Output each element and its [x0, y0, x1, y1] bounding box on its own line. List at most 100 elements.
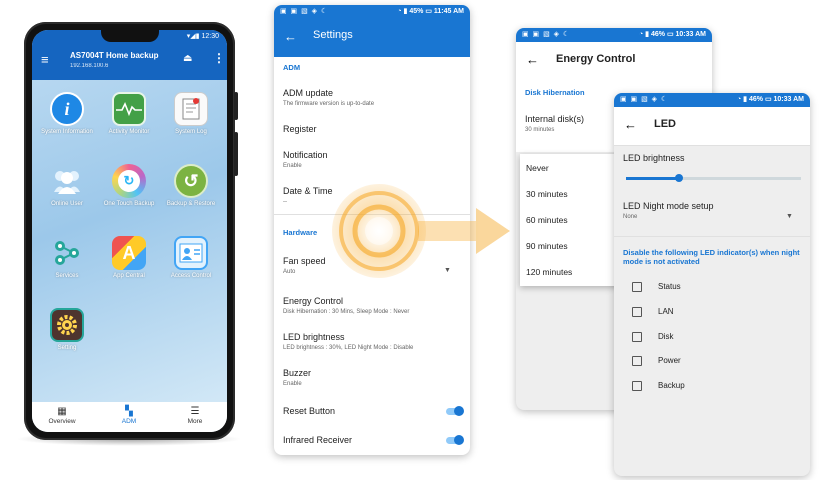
battery-level: 45%: [409, 8, 424, 15]
wifi-icon: ◔ ▮: [638, 31, 651, 38]
volume-button: [234, 92, 238, 120]
app-label: App Central: [113, 273, 145, 279]
night-mode-setup-item[interactable]: LED Night mode setup: [623, 201, 714, 211]
app-central-icon: A: [112, 236, 146, 270]
checkbox[interactable]: [632, 381, 642, 391]
back-arrow-icon[interactable]: ←: [284, 29, 297, 44]
more-icon: ☰: [190, 406, 200, 417]
led-brightness-slider[interactable]: [626, 174, 801, 182]
led-brightness-item[interactable]: LED brightness: [283, 332, 345, 342]
app-label: Services: [55, 273, 79, 279]
nav-label: More: [187, 418, 203, 425]
option-60-minutes[interactable]: 60 minutes: [526, 215, 568, 225]
reset-button-item: Reset Button: [283, 406, 336, 416]
checkbox[interactable]: [632, 307, 642, 317]
back-arrow-icon[interactable]: ←: [624, 117, 637, 132]
app-label: Online User: [51, 201, 83, 207]
app-label: Access Control: [170, 273, 212, 279]
phone-notch: [101, 30, 159, 42]
indicator-label: Disk: [658, 332, 674, 341]
app-setting[interactable]: Setting: [37, 308, 97, 352]
battery-icon: ▭: [425, 8, 432, 15]
internal-disks-value: 30 minutes: [525, 127, 555, 133]
led-brightness-summary: LED brightness : 30%, LED Night Mode : D…: [283, 345, 414, 351]
checkbox[interactable]: [632, 356, 642, 366]
status-icons: ▣ ▣ ▧ ◈ ☾: [522, 31, 571, 38]
phone-screen: ▾◢▮ 12:30 ≡ AS7004T Home backup 192.168.…: [32, 30, 227, 432]
option-never[interactable]: Never: [526, 163, 549, 173]
app-label: Activity Monitor: [108, 129, 150, 135]
indicator-label: Power: [658, 356, 681, 365]
status-time: 10:33 AM: [675, 31, 706, 38]
back-arrow-icon[interactable]: ←: [526, 52, 539, 67]
page-title: Settings: [313, 29, 353, 41]
energy-control-item[interactable]: Energy Control: [283, 296, 343, 306]
nav-overview[interactable]: ▦ Overview: [32, 406, 92, 425]
divider: [614, 145, 810, 146]
eject-icon[interactable]: ⏏: [183, 53, 192, 64]
nas-title: AS7004T Home backup: [70, 51, 159, 60]
online-user-icon: [50, 164, 84, 198]
battery-level: 46%: [748, 96, 763, 103]
tap-highlight-arrow: [332, 184, 510, 278]
overflow-menu-icon[interactable]: ⋮: [213, 51, 225, 65]
app-label: System Log: [175, 129, 207, 135]
buzzer-item[interactable]: Buzzer: [283, 368, 311, 378]
hamburger-menu-icon[interactable]: ≡: [41, 52, 49, 67]
app-label: Setting: [57, 345, 77, 351]
infrared-receiver-toggle[interactable]: [446, 435, 464, 445]
app-one-touch-backup[interactable]: ↻ One Touch Backup: [99, 164, 159, 208]
app-backup-restore[interactable]: ↺ Backup & Restore: [161, 164, 221, 208]
nas-ip: 192.168.100.6: [70, 63, 109, 69]
app-label: System Information: [41, 129, 93, 135]
dropdown-arrow-icon[interactable]: ▼: [786, 213, 793, 220]
indicator-label: LAN: [658, 307, 674, 316]
nav-adm[interactable]: ▚ ADM: [99, 406, 159, 425]
app-online-user[interactable]: Online User: [37, 164, 97, 208]
option-30-minutes[interactable]: 30 minutes: [526, 189, 568, 199]
fan-speed-item[interactable]: Fan speed: [283, 256, 326, 266]
app-system-information[interactable]: i System Information: [37, 92, 97, 136]
adm-update-item[interactable]: ADM update: [283, 88, 333, 98]
slider-thumb[interactable]: [674, 174, 683, 182]
notification-item[interactable]: Notification: [283, 150, 328, 160]
app-app-central[interactable]: A App Central: [99, 236, 159, 280]
app-label: One Touch Backup: [103, 201, 155, 207]
led-brightness-label: LED brightness: [623, 153, 685, 163]
status-time: 11:45 AM: [433, 8, 464, 15]
phone-bottom-nav: ▦ Overview ▚ ADM ☰ More: [32, 402, 227, 432]
app-activity-monitor[interactable]: Activity Monitor: [99, 92, 159, 136]
option-120-minutes[interactable]: 120 minutes: [526, 267, 572, 277]
disable-indicators-heading: Disable the following LED indicator(s) w…: [623, 248, 800, 266]
overview-icon: ▦: [57, 406, 67, 417]
reset-button-toggle[interactable]: [446, 406, 464, 416]
option-90-minutes[interactable]: 90 minutes: [526, 241, 568, 251]
info-icon: i: [50, 92, 84, 126]
settings-app-bar: ← Settings: [274, 19, 470, 57]
app-system-log[interactable]: System Log: [161, 92, 221, 136]
checkbox[interactable]: [632, 332, 642, 342]
status-icons: ▣ ▣ ▧ ◈ ☾: [620, 96, 669, 103]
power-button: [234, 132, 238, 176]
register-item[interactable]: Register: [283, 124, 317, 134]
wifi-icon: ◔ ▮: [736, 96, 749, 103]
services-icon: [50, 236, 84, 270]
section-adm: ADM: [283, 63, 301, 72]
internal-disks-item[interactable]: Internal disk(s): [525, 114, 584, 124]
status-bar: ▣ ▣ ▧ ◈ ☾ ◔ ▮ 46% ▭ 10:33 AM: [614, 93, 810, 107]
indicator-label: Backup: [658, 381, 685, 390]
app-services[interactable]: Services: [37, 236, 97, 280]
slider-fill: [626, 177, 679, 180]
night-mode-value: None: [623, 214, 638, 220]
wifi-icon: ◔ ▮: [397, 8, 410, 15]
nav-label: Overview: [48, 418, 76, 425]
nav-label: ADM: [121, 418, 137, 425]
nav-more[interactable]: ☰ More: [165, 406, 225, 425]
date-time-item[interactable]: Date & Time: [283, 186, 333, 196]
app-access-control[interactable]: Access Control: [161, 236, 221, 280]
led-screen: ▣ ▣ ▧ ◈ ☾ ◔ ▮ 46% ▭ 10:33 AM ← LED LED b…: [614, 93, 810, 476]
backup-restore-icon: ↺: [174, 164, 208, 198]
checkbox[interactable]: [632, 282, 642, 292]
adm-update-status: The firmware version is up-to-date: [283, 101, 375, 107]
system-log-icon: [174, 92, 208, 126]
